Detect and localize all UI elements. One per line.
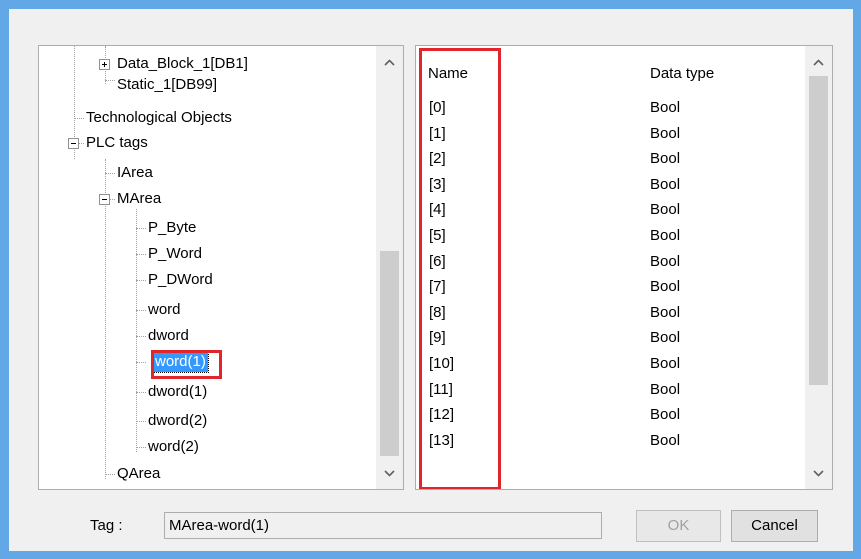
tree-item-label: P_Byte [148, 219, 197, 236]
table-cell-data-type[interactable]: Bool [650, 275, 680, 299]
tree-item-dword-2[interactable]: dword(2) [146, 410, 209, 432]
tree-line [136, 336, 146, 337]
tree-line [136, 310, 146, 311]
table-cell-data-type[interactable]: Bool [650, 173, 680, 197]
ok-button[interactable]: OK [636, 510, 721, 542]
tree-line [105, 80, 115, 81]
table-cell-data-type[interactable]: Bool [650, 352, 680, 376]
tree-line [105, 474, 115, 475]
scroll-down-icon[interactable] [805, 463, 832, 483]
tree-item-label: IArea [117, 164, 153, 181]
tree-line [136, 209, 137, 452]
column-header-data-type[interactable]: Data type [650, 54, 714, 94]
window-frame-left [0, 0, 9, 559]
tree-item-label: P_Word [148, 245, 202, 262]
tree-line [74, 118, 84, 119]
tree-line [105, 173, 115, 174]
table-scrollbar[interactable] [805, 46, 832, 489]
table-cell-data-type[interactable]: Bool [650, 224, 680, 248]
table-cell-data-type[interactable]: Bool [650, 429, 680, 453]
table-cell-data-type[interactable]: Bool [650, 198, 680, 222]
tree-item-label: word(2) [148, 438, 199, 455]
tree-item-word[interactable]: word [146, 299, 183, 321]
tree-item-label: word [148, 301, 181, 318]
table-cell-data-type[interactable]: Bool [650, 301, 680, 325]
scroll-up-icon[interactable] [376, 52, 403, 72]
tree-item-marea[interactable]: MArea [115, 188, 163, 210]
collapse-minus-icon[interactable] [99, 194, 110, 205]
tag-field[interactable]: MArea-word(1) [164, 512, 602, 539]
tree-line [105, 159, 106, 479]
tree-item-word-2[interactable]: word(2) [146, 436, 201, 458]
expand-plus-icon[interactable] [99, 59, 110, 70]
tag-label: Tag : [90, 517, 123, 534]
tree-item-dword[interactable]: dword [146, 325, 191, 347]
table-cell-data-type[interactable]: Bool [650, 96, 680, 120]
tree-item-label: dword [148, 327, 189, 344]
tree-item-label: QArea [117, 465, 161, 482]
tree-item-label: MArea [117, 190, 162, 207]
tree-item-label: PLC tags [86, 134, 148, 151]
name-column-highlight-box [419, 48, 501, 489]
tree-item-label: P_DWord [148, 271, 213, 288]
tree-item-p-byte[interactable]: P_Byte [146, 217, 198, 239]
window-frame-bottom [0, 551, 861, 559]
tree-line [136, 421, 146, 422]
tree-line [136, 280, 146, 281]
tree-item-data-block-1[interactable]: Data_Block_1[DB1] [115, 53, 250, 75]
tree-line [136, 392, 146, 393]
tag-tree: Data_Block_1[DB1] Static_1[DB99] Technol… [39, 46, 375, 489]
table-scroll-thumb[interactable] [809, 76, 828, 385]
table-cell-data-type[interactable]: Bool [650, 147, 680, 171]
tree-item-p-dword[interactable]: P_DWord [146, 269, 215, 291]
table-cell-data-type[interactable]: Bool [650, 250, 680, 274]
tree-item-dword-1[interactable]: dword(1) [146, 381, 209, 403]
tree-item-technological-objects[interactable]: Technological Objects [84, 107, 234, 129]
tree-line [136, 447, 146, 448]
tree-line [136, 362, 146, 363]
scroll-up-icon[interactable] [805, 52, 832, 72]
tree-item-qarea[interactable]: QArea [115, 463, 162, 485]
table-cell-data-type[interactable]: Bool [650, 378, 680, 402]
table-cell-data-type[interactable]: Bool [650, 122, 680, 146]
tree-scrollbar[interactable] [376, 46, 403, 489]
tree-scroll-thumb[interactable] [380, 251, 399, 456]
scroll-down-icon[interactable] [376, 463, 403, 483]
tree-item-iarea[interactable]: IArea [115, 162, 155, 184]
table-cell-data-type[interactable]: Bool [650, 326, 680, 350]
tree-item-plc-tags[interactable]: PLC tags [84, 132, 150, 154]
tree-item-label: dword(2) [148, 412, 208, 429]
table-cell-data-type[interactable]: Bool [650, 403, 680, 427]
tree-line [136, 254, 146, 255]
collapse-minus-icon[interactable] [68, 138, 79, 149]
window-frame-top [0, 0, 861, 9]
tree-item-static-1[interactable]: Static_1[DB99] [115, 74, 219, 96]
tag-tree-panel[interactable]: Data_Block_1[DB1] Static_1[DB99] Technol… [38, 45, 404, 490]
tree-item-label: Static_1[DB99] [117, 76, 218, 93]
member-table-panel[interactable]: Name Data type [0] Bool [1] Bool [2] Bool [3] B… [415, 45, 833, 490]
selection-highlight-box [151, 350, 222, 379]
window-frame-right [853, 0, 861, 559]
tree-line [136, 228, 146, 229]
tree-item-label: Data_Block_1[DB1] [117, 55, 248, 72]
tree-item-label: dword(1) [148, 383, 208, 400]
tree-item-label: Technological Objects [86, 109, 232, 126]
tree-item-p-word[interactable]: P_Word [146, 243, 204, 265]
cancel-button[interactable]: Cancel [731, 510, 818, 542]
